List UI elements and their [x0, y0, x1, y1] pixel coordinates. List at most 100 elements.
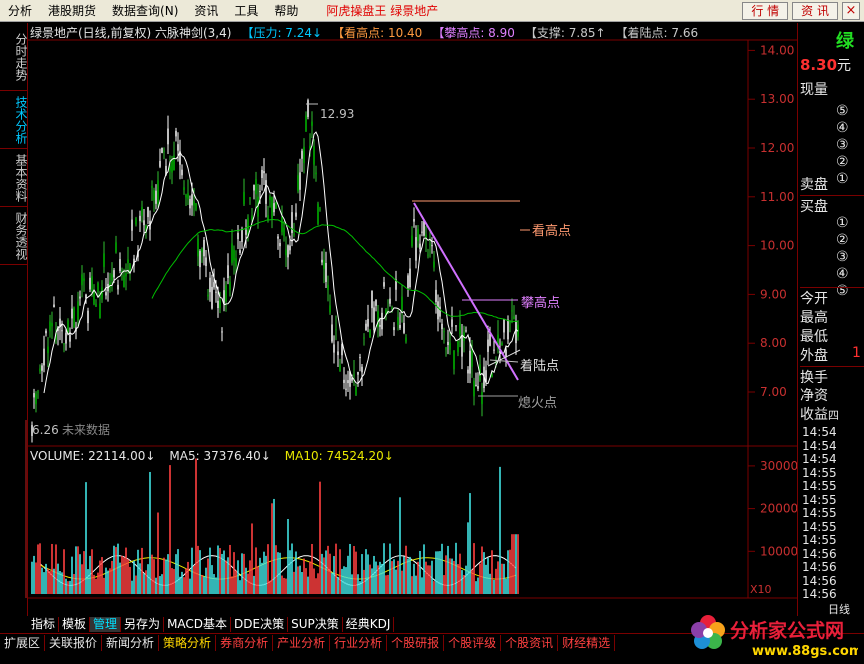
price-tick-label: 9.00	[760, 287, 787, 301]
volume-bar	[319, 481, 321, 594]
volume-bar	[33, 555, 35, 594]
toolbar-tab[interactable]: DDE决策	[231, 616, 289, 632]
volume-bar	[253, 575, 255, 594]
volume-bar	[273, 498, 275, 594]
candle-body	[441, 323, 443, 330]
candle-body	[427, 254, 429, 256]
volume-bar	[309, 561, 311, 594]
volume-bar	[191, 547, 193, 594]
toolbar-tab[interactable]: 模板	[59, 616, 91, 632]
volume-bar	[195, 458, 197, 594]
extension-tab[interactable]: 个股研报	[387, 635, 445, 651]
extension-tab[interactable]: 财经精选	[558, 635, 616, 651]
candle-body	[61, 330, 63, 332]
volume-bar	[137, 549, 139, 594]
volume-bar	[245, 567, 247, 594]
extension-tab[interactable]: 扩展区	[0, 635, 46, 651]
candle-body	[229, 281, 231, 290]
volume-tick-label: 20000	[760, 502, 798, 516]
tick-time: 14:56	[802, 546, 837, 561]
volume-bar	[423, 544, 425, 594]
candle-body	[71, 308, 73, 319]
volume-bar	[51, 543, 53, 594]
volume-tick-label: 10000	[760, 544, 798, 558]
candle-body	[505, 349, 507, 357]
extension-tab[interactable]: 关联报价	[45, 635, 103, 651]
candle-body	[33, 393, 35, 398]
price-chart[interactable]: 14.00 13.00 12.00 11.00 10.00 9.00 8.00 7.00 30…	[0, 0, 864, 600]
volume-bar	[99, 560, 101, 594]
candle-body	[129, 263, 131, 272]
candle-body	[435, 289, 437, 302]
volume-bar	[175, 554, 177, 594]
volume-header: VOLUME: 22114.00↓ MA5: 37376.40↓ MA10: 7…	[30, 449, 394, 463]
candle-body	[353, 374, 355, 376]
extension-tab[interactable]: 行业分析	[330, 635, 388, 651]
candle-body	[225, 285, 227, 302]
volume-bar	[155, 577, 157, 594]
candle-body	[89, 277, 91, 290]
candle-body	[169, 166, 171, 171]
candle-body	[473, 380, 475, 397]
extension-tab[interactable]: 策略分析	[159, 635, 217, 651]
candle-body	[91, 276, 93, 291]
volume-bar	[509, 549, 511, 594]
volume-bar	[455, 542, 457, 594]
volume-bar	[303, 558, 305, 594]
candle-body	[233, 249, 235, 261]
extension-tab[interactable]: 个股资讯	[501, 635, 559, 651]
volume-bar	[197, 545, 199, 594]
volume-bar	[241, 553, 243, 594]
candle-body	[161, 147, 163, 153]
volume-bar	[485, 564, 487, 594]
candle-body	[363, 337, 365, 339]
toolbar-tab[interactable]: 另存为	[121, 616, 165, 632]
volume-bar	[407, 558, 409, 594]
volume-bar	[233, 552, 235, 594]
extension-tab[interactable]: 个股评级	[444, 635, 502, 651]
volume-bar	[161, 574, 163, 594]
volume-bar	[177, 549, 179, 594]
candle-body	[83, 278, 85, 281]
candle-body	[109, 281, 111, 288]
outer-value: 1	[852, 345, 861, 361]
toolbar-tab[interactable]: 指标	[28, 616, 60, 632]
candle-body	[139, 215, 141, 222]
candle-body	[93, 292, 95, 305]
candle-body	[49, 321, 51, 332]
volume-bar	[435, 551, 437, 594]
extension-tab[interactable]: 券商分析	[216, 635, 274, 651]
extension-tab[interactable]: 产业分析	[273, 635, 331, 651]
candle-body	[405, 337, 407, 342]
candle-body	[219, 300, 221, 309]
tick-time: 14:54	[802, 452, 837, 466]
high-label: 最高	[800, 310, 828, 326]
candle-body	[115, 242, 117, 253]
candle-body	[211, 286, 213, 309]
volume-bar	[287, 518, 289, 594]
candle-body	[103, 253, 105, 268]
volume-bar	[285, 578, 287, 594]
toolbar-tab[interactable]: MACD基本	[164, 616, 232, 632]
candle-body	[217, 300, 219, 309]
quote-panel: 绿 8.30元 现量 ⑤④③②① 卖盘 买盘 ①②③④⑤ 今开 最高 最低 外盘…	[797, 23, 864, 616]
volume-bar	[167, 554, 169, 594]
volume-bar	[85, 482, 87, 594]
toolbar-tab[interactable]: 管理	[90, 616, 122, 632]
volume-bar	[363, 569, 365, 594]
volume-bar	[397, 560, 399, 594]
candle-body	[343, 379, 345, 383]
volume-bar	[89, 555, 91, 594]
volume-bar	[263, 551, 265, 594]
candle-body	[493, 349, 495, 351]
extension-tab[interactable]: 新闻分析	[102, 635, 160, 651]
volume-bar	[189, 578, 191, 594]
volume-bar	[123, 557, 125, 594]
current-price: 8.30	[800, 56, 838, 74]
volume-bar	[265, 555, 267, 594]
toolbar-tab[interactable]: SUP决策	[288, 616, 343, 632]
volume-bar	[69, 580, 71, 594]
volume-bar	[481, 546, 483, 594]
volume-bar	[489, 573, 491, 594]
toolbar-tab[interactable]: 经典KDJ	[343, 616, 395, 632]
